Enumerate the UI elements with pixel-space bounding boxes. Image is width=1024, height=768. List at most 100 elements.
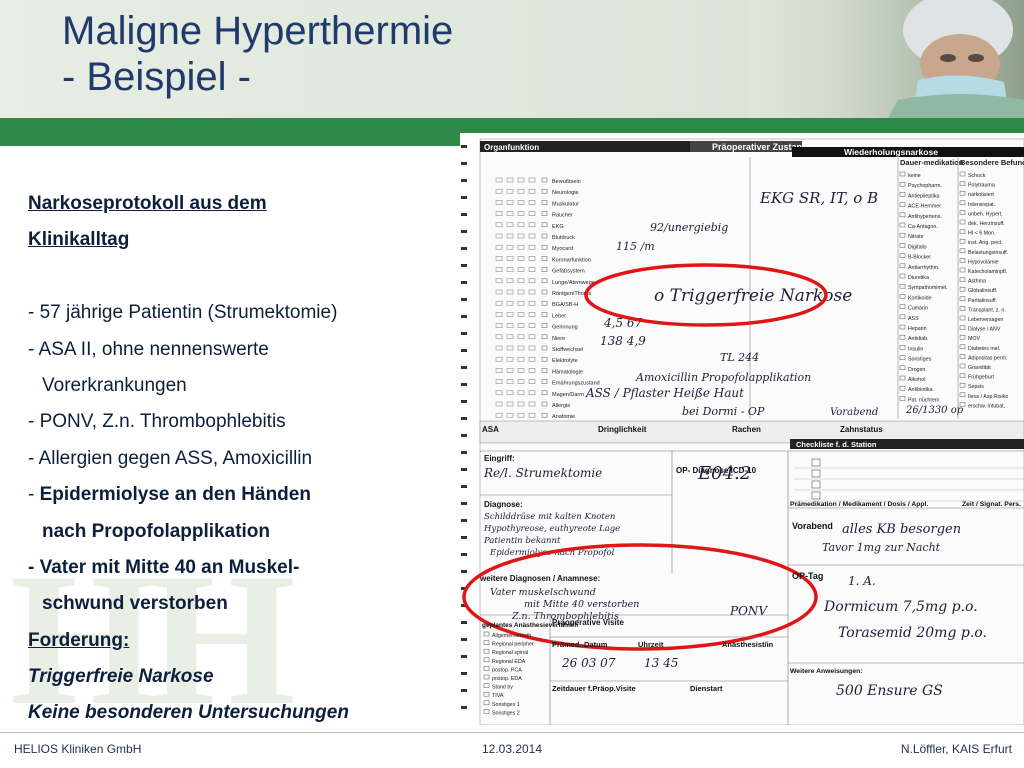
form-row-label: Intensivpat.: [968, 202, 995, 208]
hw-vorabend-top: Vorabend: [830, 407, 878, 418]
form-row-label: Blutdruck: [552, 235, 575, 241]
requirement-triggerfree: Triggerfreie Narkose: [28, 666, 214, 688]
form-row-label: Niere: [552, 336, 565, 342]
hw-lab-3: TL 244: [720, 351, 759, 364]
content-item-father-cont: schwund verstorben: [42, 593, 228, 615]
hw-allergy-3: bei Dormi - OP: [682, 405, 765, 418]
form-row-label: Globalinsuff.: [968, 288, 997, 294]
form-row-label: TIVA: [492, 693, 504, 699]
form-dienstart: Dienstart: [690, 684, 723, 693]
form-row-label: B-Blocker: [908, 255, 931, 261]
form-row-label: Sonstiges 1: [492, 702, 520, 708]
form-zeitdauer: Zeitdauer f.Präop.Visite: [552, 684, 636, 693]
hw-allergy-2: ASS / Pflaster Heiße Haut: [585, 386, 744, 400]
form-uhrzeit: Uhrzeit: [638, 640, 664, 649]
form-row-label: Koronarfunktion: [552, 257, 591, 263]
form-besondere-befunde: Besondere Befunde Risiken: [960, 158, 1024, 167]
content-item-dash: -: [28, 484, 40, 506]
form-row-label: Raucher: [552, 213, 573, 219]
content-item-father: - Vater mit Mitte 40 an Muskel-: [28, 556, 300, 578]
form-row-label: Stand by: [492, 685, 513, 691]
form-row-label: Dialyse / ANV: [968, 327, 1001, 333]
form-row-label: inst. Ang. pect.: [968, 240, 1003, 246]
hw-vorabend-1: alles KB besorgen: [842, 522, 961, 537]
form-praemedikation: Prämedikation / Medikament / Dosis / App…: [790, 501, 928, 508]
hw-diag-3: Patientin bekannt: [483, 536, 561, 546]
forderung-label: Forderung:: [28, 629, 130, 651]
form-zahnstatus: Zahnstatus: [840, 425, 883, 434]
form-zeit-signatur: Zeit / Signat. Pers.: [962, 501, 1021, 508]
form-row-label: Asthma: [968, 279, 986, 285]
form-row-label: Heparin: [908, 326, 927, 332]
hw-father-1: Vater muskelschwund: [490, 587, 596, 598]
form-row-label: EKG: [552, 224, 564, 230]
content-item-ponv: - PONV, Z.n. Thrombophlebitis: [28, 411, 286, 433]
form-row-label: Myocard: [552, 246, 573, 252]
form-row-label: Gerinnung: [552, 325, 578, 331]
hw-optag-2: Dormicum 7,5mg p.o.: [823, 599, 978, 615]
content-item-asa: - ASA II, ohne nennenswerte: [28, 338, 269, 360]
form-row-label: BGA/SB-H: [552, 302, 578, 308]
surgeon-photo: [748, 0, 1024, 118]
form-row-label: Ileus / Asp.Risiko: [968, 394, 1008, 400]
slide-content: Narkoseprotokoll aus dem Klinikalltag - …: [28, 186, 458, 732]
form-vorabend: Vorabend: [792, 521, 833, 531]
form-row-label: Hypovolämie: [968, 259, 999, 265]
form-row-label: Allgemeinanästh.: [492, 633, 533, 639]
form-row-label: postop. PCA: [492, 667, 522, 673]
form-header-organfunktion: Organfunktion: [484, 143, 539, 152]
content-heading-2: Klinikalltag: [28, 229, 130, 251]
form-dauer-medikation: Dauer-medikation: [900, 158, 964, 167]
form-row-label: HI < 6 Mon.: [968, 231, 996, 237]
form-row-label: Drogen: [908, 367, 925, 373]
form-row-label: Regional peripher: [492, 642, 534, 648]
hw-uhrzeit: 13 45: [644, 656, 678, 670]
form-row-label: MOV: [968, 336, 981, 342]
footer-divider: [0, 732, 1024, 733]
hw-father-2: mit Mitte 40 verstorben: [524, 599, 639, 610]
form-row-label: Ca-Antagon.: [908, 224, 938, 230]
form-row-label: Antiarrhythm.: [908, 265, 940, 271]
form-row-label: unbeh. Hypert.: [968, 211, 1003, 217]
form-row-label: Diuretika: [908, 275, 929, 281]
hw-lab-2: 138 4,9: [600, 334, 646, 348]
form-weitere-anweisungen: Weitere Anweisungen:: [790, 668, 863, 675]
form-row-label: Hämatologie: [552, 369, 583, 375]
form-row-label: Lunge/Atemwege: [552, 280, 595, 286]
hw-allergy-1: Amoxicillin Propofolapplikation: [635, 371, 811, 384]
form-checkliste: Checkliste f. d. Station: [796, 440, 877, 449]
form-row-label: keine: [908, 173, 921, 179]
hw-optag-3: Torasemid 20mg p.o.: [838, 625, 987, 641]
form-row-label: Anatomie: [552, 414, 575, 420]
form-row-label: Sepsis: [968, 384, 984, 390]
anesthesia-record-scan: Organfunktion Präoperativer Zustand Wied…: [460, 133, 1024, 725]
form-row-label: ACE-Hemmer: [908, 204, 941, 210]
form-row-label: Neurologie: [552, 190, 579, 196]
form-row-label: Katecholaminpfl.: [968, 269, 1007, 275]
form-row-label: Regional spinal: [492, 650, 528, 656]
form-row-label: Frühgeburt: [968, 375, 994, 381]
form-row-label: narkotisiert: [968, 192, 994, 198]
hw-blood-pressure: 92/unergiebig: [650, 221, 728, 234]
hw-optag-1: 1. A.: [848, 574, 876, 588]
hw-diag-2: Hypothyreose, euthyreote Lage: [483, 524, 620, 534]
hw-datum: 26 03 07: [561, 656, 616, 670]
form-row-label: Psychopharm.: [908, 183, 942, 189]
slide-title: Maligne Hyperthermie - Beispiel -: [62, 8, 453, 100]
hw-weitere: 500 Ensure GS: [836, 683, 943, 699]
form-row-label: Antibiotika: [908, 387, 932, 393]
form-row-label: Kortikoide: [908, 295, 932, 301]
content-heading-1: Narkoseprotokoll aus dem: [28, 193, 267, 214]
form-dringlichkeit: Dringlichkeit: [598, 425, 647, 434]
form-row-label: Polytrauma: [968, 183, 995, 189]
content-item-asa-cont: Vorerkrankungen: [42, 374, 187, 396]
form-eingriff: Eingriff:: [484, 454, 515, 463]
form-praemed-datum: Prämed.-Datum: [552, 640, 608, 649]
form-row-label: Pat. nüchtern: [908, 397, 940, 403]
form-row-label: dek. Herzinsuff.: [968, 221, 1005, 227]
hw-heart-rate: 115 /m: [616, 240, 655, 253]
form-op-tag: OP-Tag: [792, 571, 823, 581]
form-row-label: Antihypertens.: [908, 214, 942, 220]
form-row-label: Belastungsinsuff.: [968, 250, 1008, 256]
form-row-label: Muskulatur: [552, 201, 579, 207]
